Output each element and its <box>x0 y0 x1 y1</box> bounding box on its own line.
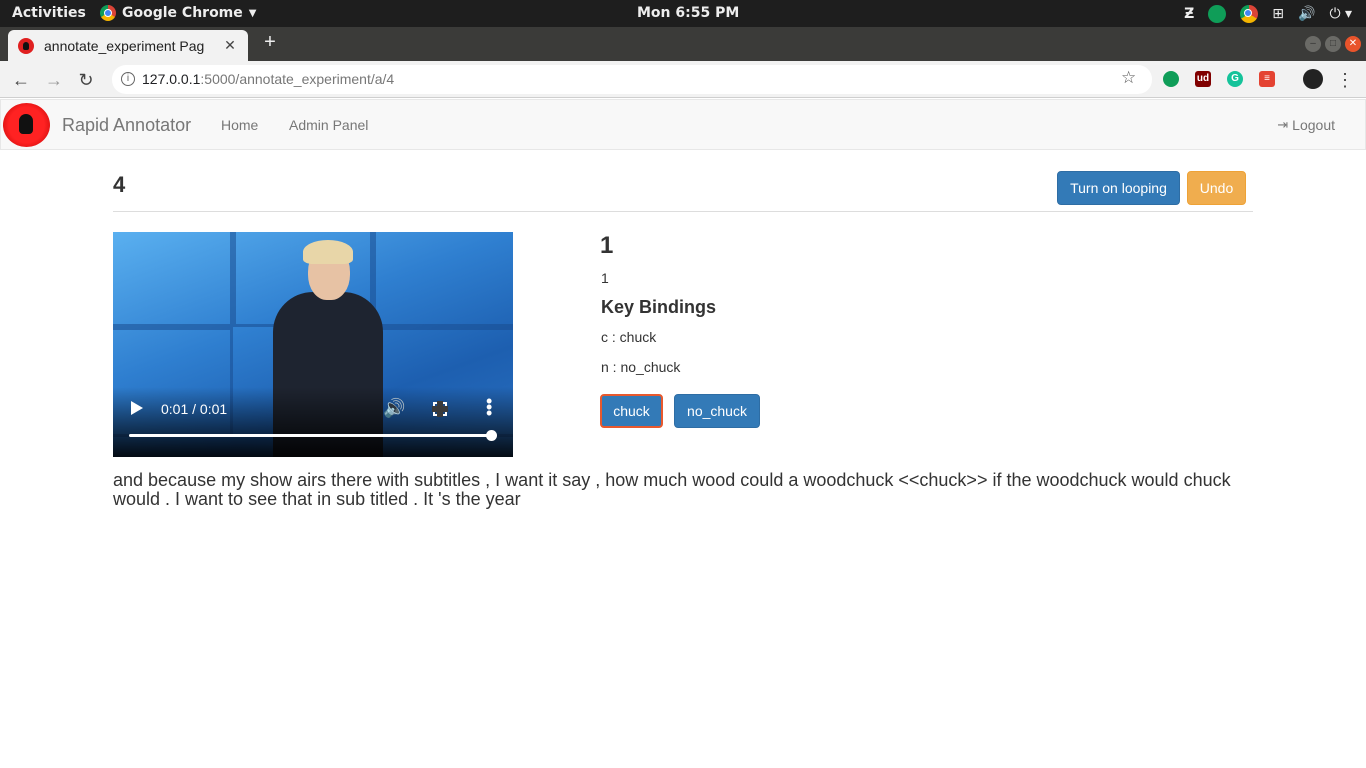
label-number: 1 <box>600 232 614 259</box>
tab-title: annotate_experiment Pag <box>44 37 205 54</box>
grammarly-extension-icon[interactable]: G <box>1227 71 1243 87</box>
url-path: :5000/annotate_experiment/a/4 <box>200 71 395 87</box>
logout-link[interactable]: ⇥ Logout <box>1277 117 1335 133</box>
close-window-button[interactable]: ✕ <box>1345 36 1361 52</box>
chrome-tray-icon[interactable] <box>1240 5 1259 23</box>
video-controls <box>113 387 513 457</box>
forward-button[interactable]: → <box>43 69 65 91</box>
close-tab-icon[interactable]: ✕ <box>222 37 238 54</box>
system-tray[interactable]: Ƶ ⊞ 🔊 ⏻ ▾ <box>1184 3 1352 25</box>
app-menu-label: Google Chrome <box>122 5 243 21</box>
ublock-extension-icon[interactable]: ud <box>1195 71 1211 87</box>
video-time: 0:01 / 0:01 <box>161 401 228 417</box>
tab-strip: annotate_experiment Pag ✕ <box>0 27 1366 61</box>
browser-toolbar: ← → ↻ i 127.0.0.1:5000/annotate_experime… <box>0 61 1366 98</box>
key-binding-item: c : chuck <box>601 329 657 345</box>
key-binding-item: n : no_chuck <box>601 359 681 375</box>
profile-avatar[interactable] <box>1303 69 1323 89</box>
logout-icon: ⇥ <box>1277 117 1289 132</box>
undo-button[interactable]: Undo <box>1187 171 1246 205</box>
page-title: 4 <box>113 172 126 197</box>
hangouts-extension-icon[interactable] <box>1163 71 1179 87</box>
logout-label: Logout <box>1292 117 1335 133</box>
brand-name[interactable]: Rapid Annotator <box>62 115 191 136</box>
url-host: 127.0.0.1 <box>142 71 201 87</box>
rooster-logo[interactable] <box>3 103 50 147</box>
reload-button[interactable]: ↻ <box>75 69 97 91</box>
volume-icon[interactable]: 🔊 <box>383 398 405 419</box>
video-person-hair <box>303 240 353 264</box>
video-seek-bar[interactable] <box>129 434 491 437</box>
network-icon[interactable]: ⊞ <box>1272 6 1284 22</box>
label-button-no-chuck[interactable]: no_chuck <box>674 394 760 428</box>
new-tab-button[interactable]: + <box>260 32 280 52</box>
video-player[interactable]: 0:01 / 0:01 🔊 • • • <box>113 232 513 457</box>
rooster-favicon-icon <box>18 37 34 54</box>
transcript-text: and because my show airs there with subt… <box>113 470 1231 509</box>
activities-button[interactable]: Activities <box>12 5 86 21</box>
hangouts-icon[interactable] <box>1208 5 1227 23</box>
clock[interactable]: Mon 6:55 PM <box>637 5 739 21</box>
back-button[interactable]: ← <box>10 69 32 91</box>
address-bar[interactable]: i 127.0.0.1:5000/annotate_experiment/a/4 <box>112 65 1152 94</box>
chrome-menu-icon[interactable]: ⋮ <box>1334 69 1356 91</box>
volume-icon[interactable]: 🔊 <box>1298 6 1315 22</box>
more-options-icon[interactable]: • • • <box>486 392 492 422</box>
power-icon[interactable]: ⏻ ▾ <box>1329 6 1352 22</box>
bookmark-star-icon[interactable]: ☆ <box>1121 68 1136 88</box>
background-panel <box>113 232 233 327</box>
minimize-window-button[interactable]: – <box>1305 36 1321 52</box>
nav-admin-panel[interactable]: Admin Panel <box>289 117 368 133</box>
label-button-chuck[interactable]: chuck <box>600 394 663 428</box>
app-navbar: Rapid Annotator Home Admin Panel ⇥ Logou… <box>0 99 1366 150</box>
maximize-window-button[interactable]: □ <box>1325 36 1341 52</box>
info-icon[interactable]: i <box>121 72 135 86</box>
fullscreen-icon[interactable] <box>432 401 448 417</box>
app-menu[interactable]: Google Chrome ▼ <box>100 5 256 21</box>
zotero-icon[interactable]: Ƶ <box>1184 6 1194 22</box>
key-bindings-title: Key Bindings <box>601 297 717 317</box>
turn-on-looping-button[interactable]: Turn on looping <box>1057 171 1180 205</box>
video-seek-thumb[interactable] <box>486 430 497 441</box>
divider <box>113 211 1253 212</box>
background-panel <box>373 232 513 327</box>
browser-tab[interactable]: annotate_experiment Pag ✕ <box>8 30 248 61</box>
chevron-down-icon: ▼ <box>248 7 257 19</box>
nav-home[interactable]: Home <box>221 117 258 133</box>
system-top-bar: Activities Google Chrome ▼ Mon 6:55 PM Ƶ… <box>0 0 1366 27</box>
label-subtext: 1 <box>601 270 609 286</box>
chrome-icon <box>100 5 116 21</box>
todoist-extension-icon[interactable]: ≡ <box>1259 71 1275 87</box>
play-icon[interactable] <box>131 401 143 415</box>
